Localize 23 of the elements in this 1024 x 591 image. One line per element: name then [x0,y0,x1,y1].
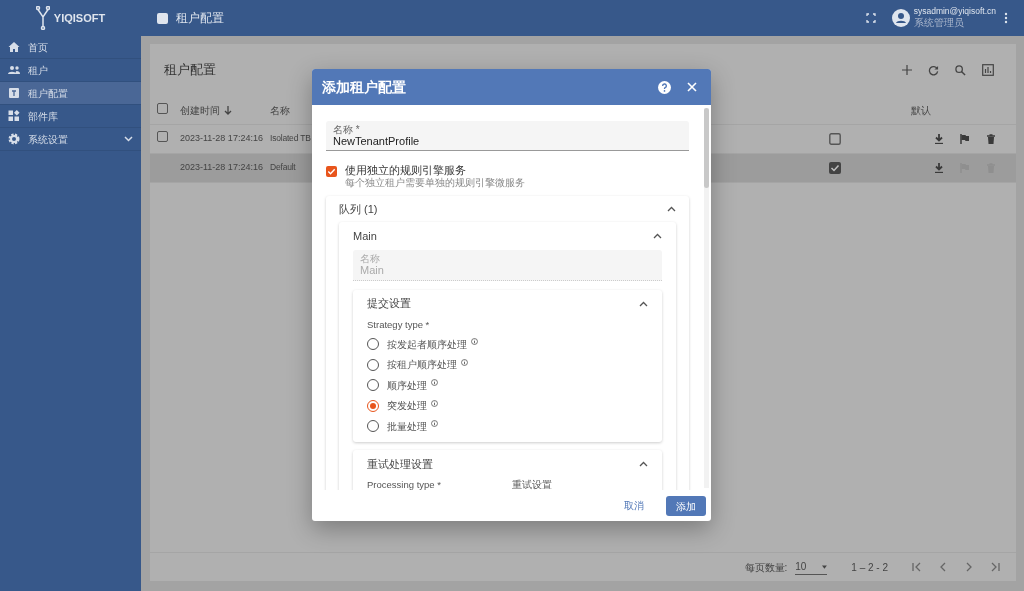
table-cell: 2023-11-28 17:24:16 [180,162,263,173]
checkbox-label: 使用独立的规则引擎服务 [345,164,467,177]
user-email: sysadmin@yiqisoft.cn [913,7,996,18]
option-label: 突发处理 [387,399,427,414]
field-label: Strategy type * [367,317,431,332]
page-title: 租户配置 [176,10,224,27]
option-label: 批量处理 [387,419,427,434]
field-label: 重试设置 [512,478,552,490]
hint-text: 每个独立租户需要单独的规则引擎微服务 [345,177,525,190]
table-cell: Isolated TB [270,133,311,144]
field-label: Processing type * [367,478,442,490]
option-label: 按发起者顺序处理 [387,337,467,352]
page-range: 1 – 2 - 2 [851,560,888,575]
option-label: 按租户顺序处理 [387,358,457,373]
table-cell: Default [270,162,296,173]
brand-name: YIQISOFT [53,10,106,26]
user-role: 系统管理员 [913,17,964,29]
dialog-title: 添加租户配置 [322,77,407,97]
option-label: 顺序处理 [387,378,427,393]
table-cell: 2023-11-28 17:24:16 [180,133,263,144]
table-title: 租户配置 [164,61,217,80]
page-size-label: 每页数量: [744,560,788,575]
text-field: 名称 Main [353,250,662,281]
